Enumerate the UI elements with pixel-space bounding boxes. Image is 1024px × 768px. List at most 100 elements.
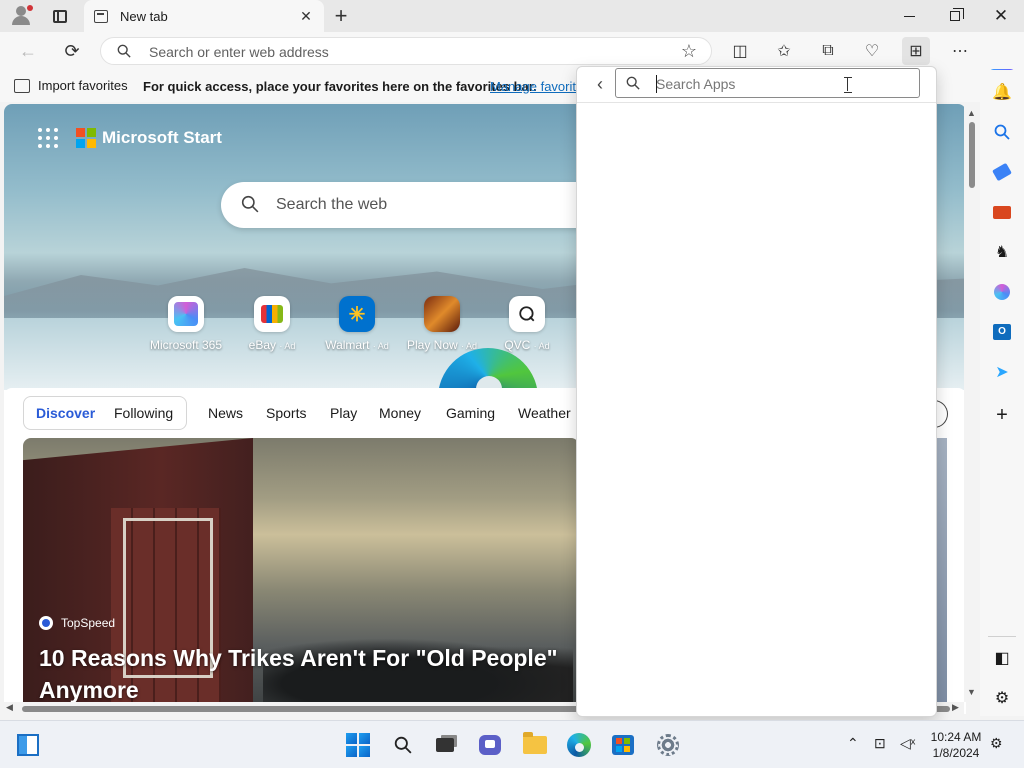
volume-muted-icon[interactable]: ◁ˣ: [900, 735, 915, 752]
sidebar-divider: [988, 636, 1016, 637]
taskbar-search-icon[interactable]: [389, 731, 417, 759]
ebay-icon: [254, 296, 290, 332]
profile-icon[interactable]: [10, 4, 34, 28]
favorites-icon[interactable]: ✩: [770, 37, 798, 65]
apps-search-input[interactable]: [656, 73, 906, 95]
ad-label: · Ad: [279, 341, 296, 351]
hide-sidebar-icon[interactable]: ◧: [990, 646, 1014, 670]
quick-link-qvc[interactable]: QVC · Ad: [484, 296, 570, 352]
split-screen-icon[interactable]: ◫: [726, 37, 754, 65]
walmart-icon: ✳: [339, 296, 375, 332]
start-windows-icon[interactable]: [344, 731, 372, 759]
web-search-box[interactable]: Search the web: [221, 182, 621, 228]
apps-search-box[interactable]: [615, 68, 920, 98]
shopping-tag-icon[interactable]: [990, 160, 1014, 184]
notification-center-icon[interactable]: ⚙: [990, 735, 1003, 752]
favorite-star-icon[interactable]: ☆: [681, 41, 697, 62]
scroll-right-icon[interactable]: ▶: [952, 702, 959, 713]
search-icon[interactable]: [990, 120, 1014, 144]
new-tab-page-icon: [94, 9, 108, 23]
close-window-button[interactable]: ✕: [978, 0, 1024, 32]
minimize-button[interactable]: [886, 0, 932, 32]
app-launcher-icon[interactable]: [38, 128, 58, 148]
text-caret: [656, 75, 657, 93]
brand-title[interactable]: Microsoft Start: [102, 128, 222, 148]
show-hidden-icons-chevron-icon[interactable]: ⌃: [847, 735, 859, 752]
story-source: TopSpeed: [39, 616, 115, 630]
scroll-down-icon[interactable]: ▼: [967, 687, 976, 697]
qvc-icon: [509, 296, 545, 332]
favorites-hint: For quick access, place your favorites h…: [143, 79, 537, 94]
title-bar: New tab ✕ + ✕: [0, 0, 1024, 32]
microsoft-store-icon[interactable]: [609, 731, 637, 759]
tab-news[interactable]: News: [208, 405, 243, 421]
tab-new-tab[interactable]: New tab ✕: [84, 0, 324, 32]
tab-close-icon[interactable]: ✕: [296, 6, 316, 26]
ad-label: · Ad: [372, 341, 389, 351]
clock-time: 10:24 AM: [930, 730, 982, 744]
ad-label: · Ad: [533, 341, 550, 351]
edge-browser-icon[interactable]: [565, 731, 593, 759]
game-icon: [424, 296, 460, 332]
widgets-icon[interactable]: [14, 731, 42, 759]
task-view-icon[interactable]: [431, 731, 459, 759]
outlook-icon[interactable]: O: [990, 320, 1014, 344]
manage-favorites-link[interactable]: Manage favorites: [490, 79, 576, 94]
microsoft-365-icon: [168, 296, 204, 332]
tab-play[interactable]: Play: [330, 405, 357, 421]
browser-essentials-icon[interactable]: ♡: [858, 37, 886, 65]
teams-chat-icon[interactable]: [476, 731, 504, 759]
back-arrow-icon[interactable]: ←: [14, 37, 42, 65]
tab-following[interactable]: Following: [114, 405, 173, 421]
tab-gaming[interactable]: Gaming: [446, 405, 495, 421]
tab-sports[interactable]: Sports: [266, 405, 306, 421]
tab-weather[interactable]: Weather: [518, 405, 571, 421]
collections-icon[interactable]: ⧉: [814, 37, 842, 65]
quick-link-microsoft-365[interactable]: Microsoft 365: [143, 296, 229, 352]
bell-icon[interactable]: 🔔: [990, 80, 1014, 104]
back-chevron-icon[interactable]: ‹: [589, 71, 611, 97]
import-favorites-button[interactable]: Import favorites: [14, 78, 128, 93]
scroll-thumb[interactable]: [969, 122, 975, 188]
scroll-left-icon[interactable]: ◀: [6, 702, 13, 713]
apps-flyout-panel: ‹: [576, 66, 937, 717]
import-icon: [14, 78, 30, 93]
microsoft-365-icon[interactable]: [990, 280, 1014, 304]
drop-send-icon[interactable]: ➤: [990, 360, 1014, 384]
taskbar: ⌃ ⊡ ◁ˣ 10:24 AM 1/8/2024 ⚙: [0, 720, 1024, 768]
story-source-label: TopSpeed: [61, 616, 116, 630]
refresh-icon[interactable]: ⟳: [58, 37, 86, 65]
search-icon: [626, 76, 640, 90]
clock-date: 1/8/2024: [932, 746, 980, 760]
restore-button[interactable]: [932, 0, 978, 32]
settings-app-icon[interactable]: [654, 731, 682, 759]
apps-panel-header: ‹: [577, 67, 936, 103]
add-app-plus-icon[interactable]: +: [990, 403, 1014, 427]
tab-discover[interactable]: Discover: [36, 405, 95, 421]
microsoft-logo-icon: [76, 128, 96, 148]
tab-actions-menu-icon[interactable]: [48, 4, 72, 28]
search-icon: [241, 195, 259, 213]
quick-link-walmart[interactable]: ✳ Walmart · Ad: [314, 296, 400, 352]
apps-icon[interactable]: ⊞: [902, 37, 930, 65]
more-options-icon[interactable]: ⋯: [946, 37, 974, 65]
edge-sidebar: 🔔 ♞ O ➤ + ◧ ⚙: [980, 70, 1024, 716]
story-headline[interactable]: 10 Reasons Why Trikes Aren't For "Old Pe…: [39, 642, 569, 706]
vertical-scrollbar[interactable]: ▲ ▼: [964, 104, 980, 702]
quick-link-ebay[interactable]: eBay · Ad: [229, 296, 315, 352]
quick-link-label: eBay: [248, 338, 276, 352]
tools-briefcase-icon[interactable]: [990, 200, 1014, 224]
games-icon[interactable]: ♞: [990, 240, 1014, 264]
story-card[interactable]: TopSpeed 10 Reasons Why Trikes Aren't Fo…: [23, 438, 579, 714]
import-favorites-label: Import favorites: [38, 78, 128, 93]
new-tab-plus-icon[interactable]: +: [329, 3, 353, 28]
address-bar[interactable]: Search or enter web address ☆: [100, 37, 712, 65]
scroll-up-icon[interactable]: ▲: [967, 108, 976, 118]
network-icon[interactable]: ⊡: [874, 735, 886, 752]
browser-toolbar: ← ⟳ Search or enter web address ☆ ◫ ✩ ⧉ …: [0, 32, 1024, 97]
file-explorer-icon[interactable]: [521, 731, 549, 759]
system-clock[interactable]: 10:24 AM 1/8/2024: [926, 729, 986, 761]
tab-money[interactable]: Money: [379, 405, 421, 421]
gear-icon[interactable]: ⚙: [990, 686, 1014, 710]
quick-link-play-now[interactable]: Play Now · Ad: [399, 296, 485, 352]
